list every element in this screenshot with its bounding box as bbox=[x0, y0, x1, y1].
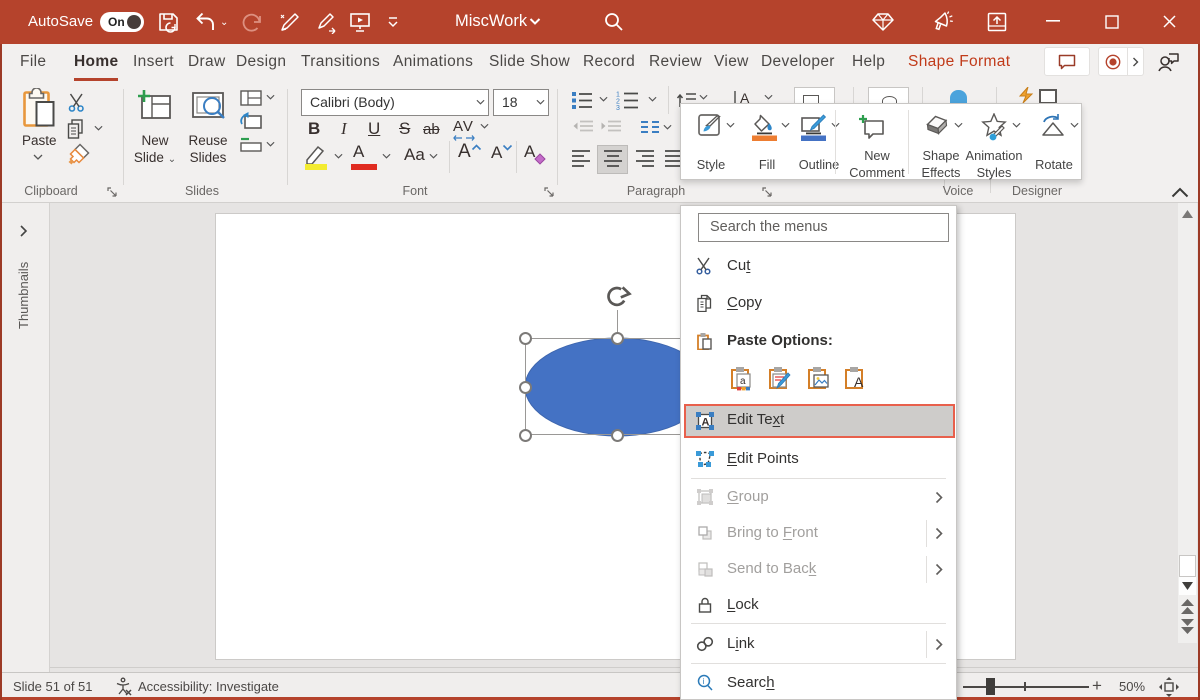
svg-text:1: 1 bbox=[616, 92, 620, 99]
svg-text:a: a bbox=[740, 376, 746, 387]
svg-text:3: 3 bbox=[616, 105, 620, 110]
svg-text:i: i bbox=[703, 677, 705, 686]
svg-text:A: A bbox=[854, 374, 864, 390]
svg-text:A: A bbox=[740, 90, 750, 104]
svg-text:A: A bbox=[702, 417, 710, 429]
